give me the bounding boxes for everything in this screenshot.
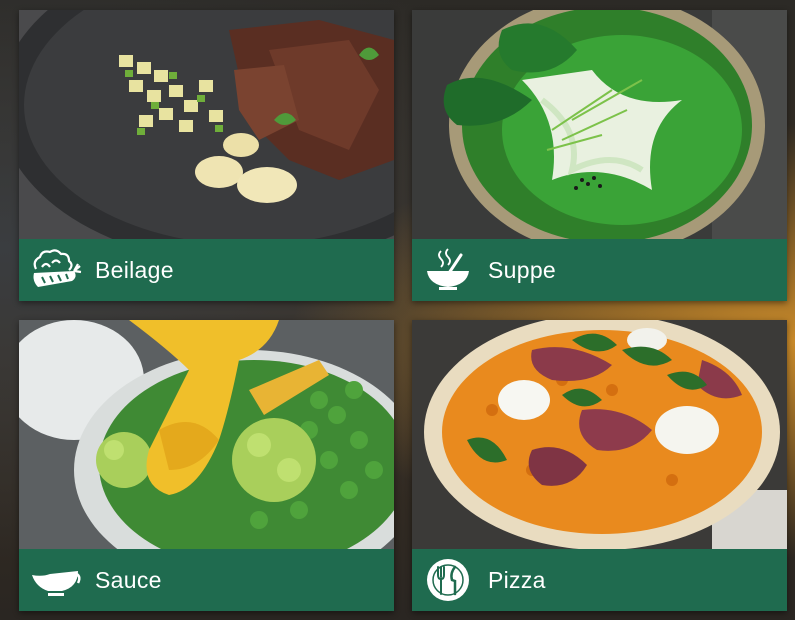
tile-label: Sauce [95,566,162,593]
category-grid: Beilage Suppe Sauce Pizza [0,0,795,620]
tile-label: Pizza [488,566,546,593]
tile-label-bar: Beilage [19,239,394,301]
tile-label-bar: Pizza [412,549,787,611]
pizza-photo [412,320,787,549]
soup-bowl-icon [420,247,476,293]
plate-cutlery-icon [420,557,476,603]
tile-label-bar: Suppe [412,239,787,301]
category-tile-beilage[interactable]: Beilage [19,10,394,301]
gravy-boat-icon [27,557,83,603]
tile-label-bar: Sauce [19,549,394,611]
sauce-photo [19,320,394,549]
category-tile-suppe[interactable]: Suppe [412,10,787,301]
category-tile-sauce[interactable]: Sauce [19,320,394,611]
vegetables-icon [27,247,83,293]
beilage-photo [19,10,394,239]
category-tile-pizza[interactable]: Pizza [412,320,787,611]
tile-label: Beilage [95,256,174,283]
tile-label: Suppe [488,256,557,283]
suppe-photo [412,10,787,239]
